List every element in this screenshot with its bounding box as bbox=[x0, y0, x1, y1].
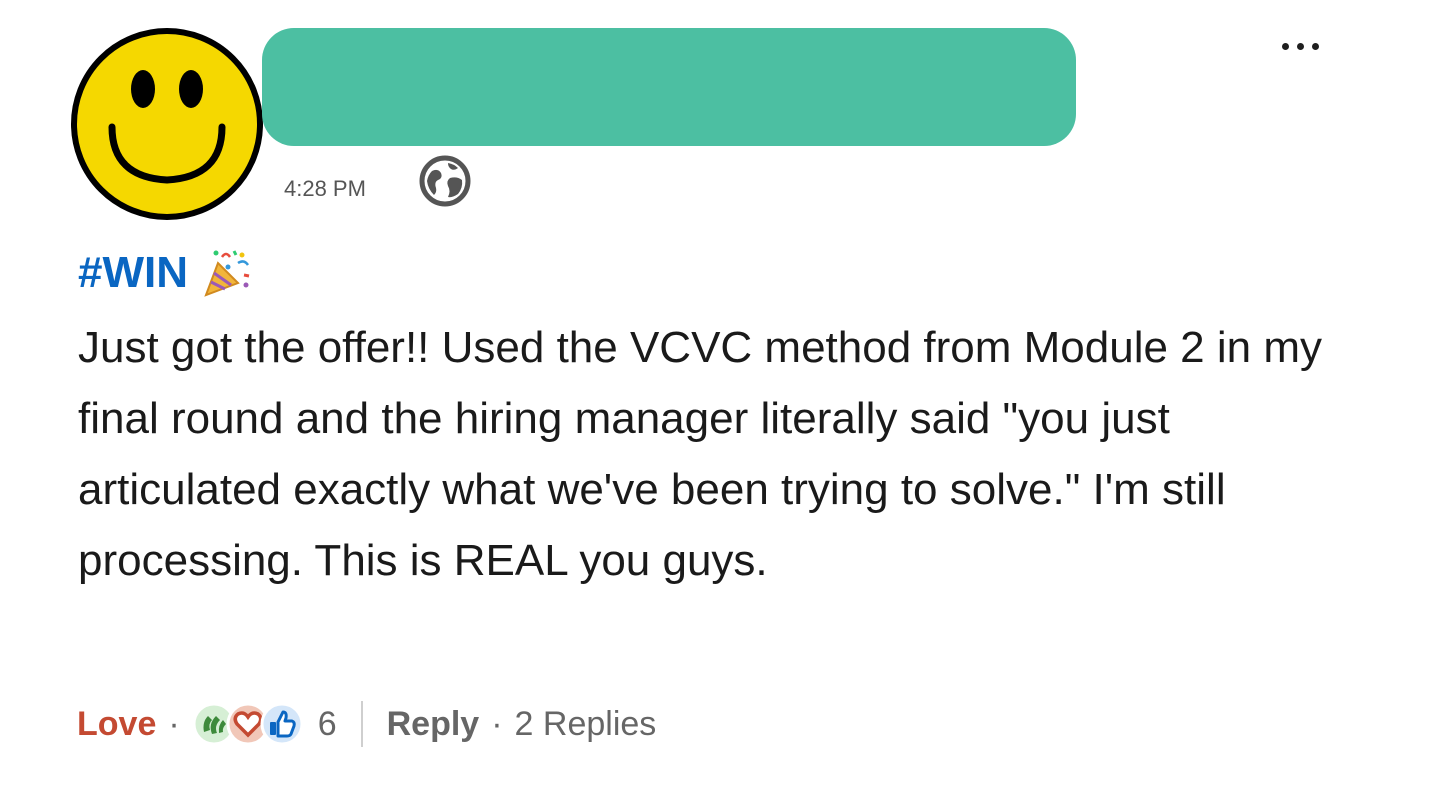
reactions-summary[interactable]: 6 bbox=[192, 702, 337, 746]
replies-link[interactable]: 2 Replies bbox=[515, 705, 657, 744]
separator-dot: · bbox=[168, 704, 180, 743]
like-icon bbox=[260, 702, 304, 746]
reply-button[interactable]: Reply bbox=[387, 705, 480, 744]
separator-dot: · bbox=[491, 704, 503, 743]
more-options-dot bbox=[1281, 42, 1289, 50]
comment-footer: Love · 6 Reply · 2 Replies bbox=[77, 700, 656, 748]
comment-body: Just got the offer!! Used the VCVC metho… bbox=[78, 323, 1322, 585]
globe-icon bbox=[419, 155, 471, 207]
more-options-dot bbox=[1296, 42, 1304, 50]
more-options-button[interactable] bbox=[1260, 30, 1340, 62]
footer-divider bbox=[360, 701, 363, 747]
comment-card: 4:28 PM #WIN Just got the offer!! Used t… bbox=[0, 0, 1436, 800]
reaction-love-button[interactable]: Love bbox=[77, 705, 156, 744]
author-name-redaction bbox=[262, 28, 1076, 146]
smiley-avatar-icon[interactable] bbox=[70, 27, 264, 221]
reaction-count: 6 bbox=[317, 704, 337, 743]
party-popper-icon bbox=[204, 250, 250, 297]
comment-timestamp: 4:28 PM bbox=[284, 176, 366, 201]
more-options-dot bbox=[1311, 42, 1319, 50]
hashtag-line: #WIN bbox=[78, 244, 254, 302]
hashtag-link[interactable]: #WIN bbox=[78, 244, 188, 302]
